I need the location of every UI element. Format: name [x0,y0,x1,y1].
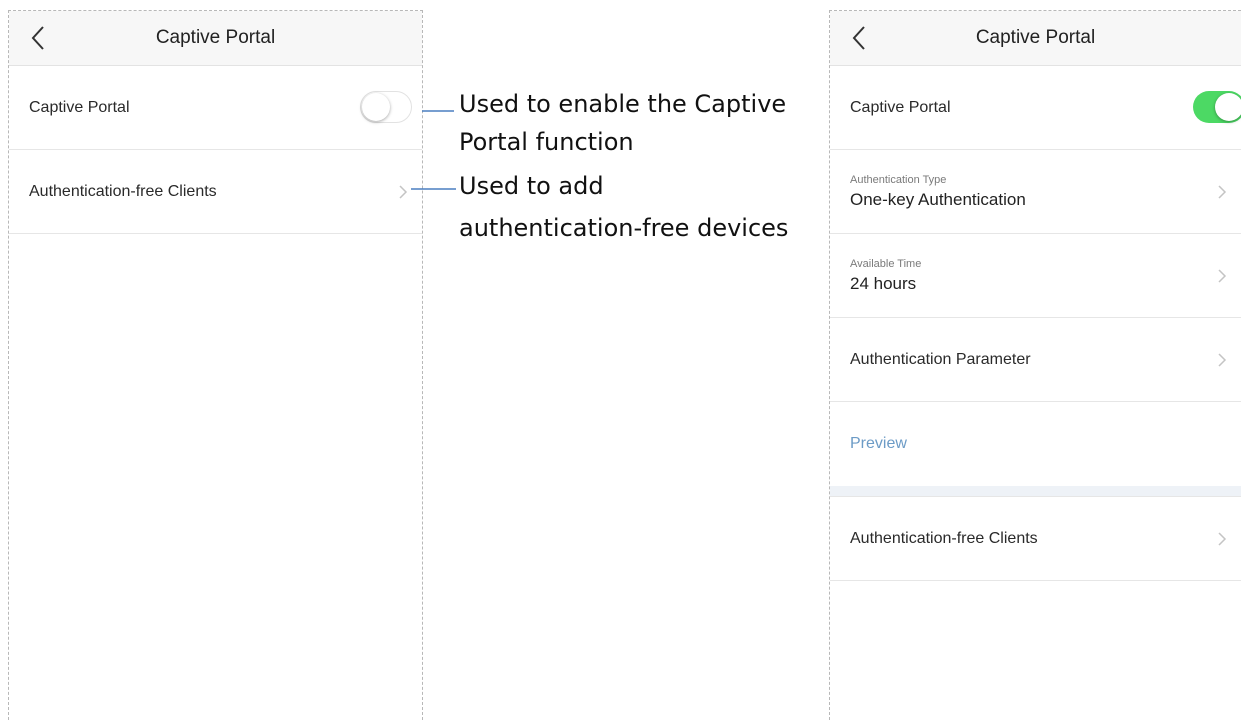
captive-portal-row: Captive Portal [830,66,1241,150]
toggle-knob [362,93,390,121]
chevron-right-icon [1218,532,1227,546]
left-screen: Captive Portal Captive Portal Authentica… [8,10,423,720]
right-screen: Captive Portal Captive Portal Authentica… [829,10,1241,720]
toggle-annotation-line1: Used to enable the Captive [459,90,787,118]
captive-portal-label: Captive Portal [29,98,130,116]
toggle-knob [1215,93,1241,121]
auth-type-value: One-key Authentication [850,189,1026,209]
captive-portal-row: Captive Portal [9,66,422,150]
chevron-left-icon[interactable] [850,25,870,51]
page-title: Captive Portal [155,27,276,48]
auth-free-clients-row[interactable]: Authentication-free Clients [9,150,422,234]
captive-portal-toggle[interactable] [1193,91,1241,123]
chevron-right-icon [1218,185,1227,199]
auth-free-clients-label: Authentication-free Clients [29,182,217,200]
chevron-left-icon[interactable] [29,25,49,51]
auth-type-label: Authentication Type [850,173,947,186]
section-divider [830,486,1241,497]
available-time-row[interactable]: Available Time 24 hours [830,234,1241,318]
chevron-right-icon [1218,353,1227,367]
page-title: Captive Portal [975,27,1096,48]
clients-annotation-line1: Used to add [459,172,604,200]
auth-parameter-label: Authentication Parameter [850,350,1031,368]
chevron-right-icon [399,185,408,199]
captive-portal-label: Captive Portal [850,98,951,116]
preview-link[interactable]: Preview [850,435,907,453]
preview-row[interactable]: Preview [830,402,1241,486]
auth-free-clients-row[interactable]: Authentication-free Clients [830,497,1241,581]
auth-parameter-row[interactable]: Authentication Parameter [830,318,1241,402]
chevron-right-icon [1218,269,1227,283]
nav-bar: Captive Portal [9,11,422,66]
auth-free-clients-label: Authentication-free Clients [850,529,1038,547]
clients-annotation: Used to add authentication-free devices [459,170,788,244]
toggle-annotation-line2: Portal function [459,128,634,156]
toggle-annotation: Used to enable the Captive Portal functi… [459,88,786,158]
available-time-label: Available Time [850,257,922,270]
captive-portal-toggle[interactable] [360,91,412,123]
nav-bar: Captive Portal [830,11,1241,66]
clients-annotation-line2: authentication-free devices [459,214,789,242]
auth-type-row[interactable]: Authentication Type One-key Authenticati… [830,150,1241,234]
available-time-value: 24 hours [850,273,917,293]
